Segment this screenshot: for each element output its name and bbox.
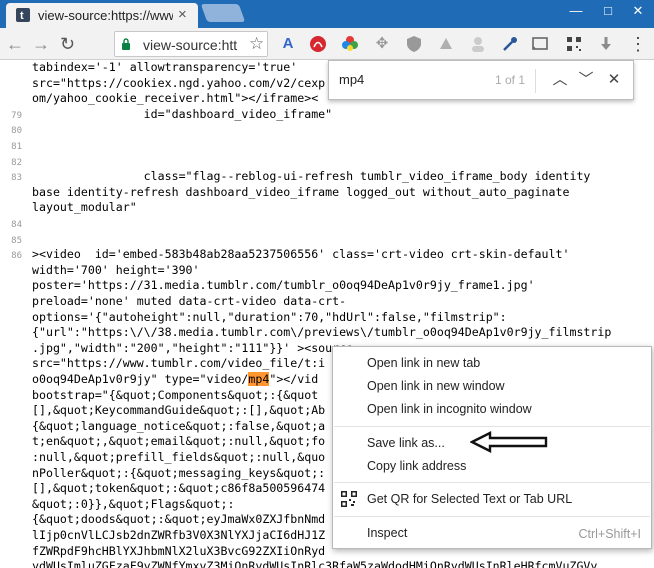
find-bar: mp4 1 of 1 ︿ ﹀ ✕ xyxy=(328,60,634,100)
find-close-icon[interactable]: ✕ xyxy=(603,69,625,91)
line-number: 81 xyxy=(11,142,22,152)
menu-dots-icon[interactable]: ⋮ xyxy=(628,34,648,54)
line-number: 82 xyxy=(11,157,22,168)
line-number: 80 xyxy=(11,126,22,137)
forward-button[interactable]: → xyxy=(32,34,50,54)
source-line: o0oq94DeAp1v0r9jy" type="video/mp4"></vi… xyxy=(32,372,319,386)
source-line: .jpg","width":"200","height":"111"}}' ><… xyxy=(32,340,354,355)
font-a-icon[interactable]: A xyxy=(278,34,298,54)
line-number: 86 xyxy=(11,251,22,262)
source-line: preload='none' muted data-crt-video data… xyxy=(32,294,347,308)
source-line: om/yahoo_cookie_receiver.html"></iframe>… xyxy=(32,91,319,106)
download-icon[interactable] xyxy=(596,34,616,54)
source-line: &quot;:0}},&quot;Flags&quot;: xyxy=(32,496,235,511)
find-input[interactable]: mp4 xyxy=(339,72,364,87)
source-line: {&quot;language_notice&quot;:false,&quot… xyxy=(32,418,326,433)
tab-strip: t view-source:https://www × — □ ✕ xyxy=(0,0,654,28)
browser-tab[interactable]: t view-source:https://www × xyxy=(6,3,198,28)
source-line: layout_modular" xyxy=(32,200,137,215)
annotation-arrow-icon xyxy=(470,431,548,453)
acrobat-icon[interactable] xyxy=(308,34,328,54)
source-line: [],&quot;KeycommandGuide&quot;:[],&quot;… xyxy=(32,403,326,418)
find-match-highlight: mp4 xyxy=(248,372,270,386)
colorwheel-icon[interactable] xyxy=(340,34,360,54)
minimize-icon[interactable]: — xyxy=(560,0,592,24)
menu-separator xyxy=(334,426,650,427)
source-line: bootstrap="{&quot;Components&quot;:{&quo… xyxy=(32,387,319,402)
source-line: ><video id='embed-583b48ab28aa5237506556… xyxy=(32,247,570,262)
inspect-shortcut: Ctrl+Shift+I xyxy=(578,527,641,541)
tab-title: view-source:https://www xyxy=(38,8,173,23)
menu-get-qr[interactable]: Get QR for Selected Text or Tab URL xyxy=(367,492,572,506)
source-line: tabindex='-1' allowtransparency='true' xyxy=(32,60,298,74)
browser-toolbar: ← → ↻ view-source:htt ☆ A ✥ ⋮ xyxy=(0,28,654,60)
tumblr-favicon-icon: t xyxy=(16,8,30,22)
menu-separator xyxy=(334,482,650,483)
source-line: fZWRpdF9hcHBlYXJhbmNlX2luX3BvcG92ZXIiOnR… xyxy=(32,543,326,558)
line-number: 85 xyxy=(11,235,22,246)
source-line: src="https://cookiex.ngd.yahoo.com/v2/ce… xyxy=(32,75,326,90)
find-previous-icon[interactable]: ︿ xyxy=(549,69,571,91)
source-line: lIjp0cnVlLCJsb2dnZWRfb3V0X3NlYXJjaCI6dHJ… xyxy=(32,528,326,542)
back-button[interactable]: ← xyxy=(6,34,24,54)
source-line: id="dashboard_video_iframe" xyxy=(32,106,333,121)
tab-close-icon[interactable]: × xyxy=(178,7,187,23)
source-line: nPoller&quot;:{&quot;messaging_keys&quot… xyxy=(32,465,326,480)
menu-save-link-as[interactable]: Save link as... xyxy=(367,436,445,450)
source-line: options='{"autoheight":null,"duration":7… xyxy=(32,309,507,324)
source-line: ydWUsImluZGFzaF9yZWNfYmxvZ3MiOnRydWUsInR… xyxy=(32,559,598,568)
svg-text:t: t xyxy=(20,10,24,22)
cast-icon[interactable] xyxy=(530,34,550,54)
cloud-icon[interactable] xyxy=(436,34,456,54)
eyedropper-icon[interactable] xyxy=(500,34,520,54)
source-line: :null,&quot;prefill_fields&quot;:null,&q… xyxy=(32,450,326,464)
menu-open-new-window[interactable]: Open link in new window xyxy=(367,379,505,393)
url-text: view-source:htt xyxy=(143,37,238,53)
window-close-icon[interactable]: ✕ xyxy=(622,0,654,24)
reload-button[interactable]: ↻ xyxy=(60,34,75,54)
source-line: src="https://www.tumblr.com/video_file/t… xyxy=(32,356,326,371)
find-divider xyxy=(535,69,536,93)
source-line: [],&quot;token&quot;:&quot;c86f8a5005964… xyxy=(32,481,326,496)
source-line: base identity-refresh dashboard_video_if… xyxy=(32,184,570,199)
menu-separator xyxy=(334,516,650,517)
menu-copy-link-address[interactable]: Copy link address xyxy=(367,459,466,473)
source-line: width='700' height='390' xyxy=(32,262,200,277)
menu-open-new-tab[interactable]: Open link in new tab xyxy=(367,356,480,370)
menu-inspect[interactable]: Inspect xyxy=(367,526,407,540)
lock-icon xyxy=(122,38,130,50)
source-line: poster='https://31.media.tumblr.com/tumb… xyxy=(32,278,535,293)
address-bar[interactable]: view-source:htt ☆ xyxy=(114,31,268,57)
source-line: class="flag--reblog-ui-refresh tumblr_vi… xyxy=(32,169,591,184)
shield-icon[interactable] xyxy=(404,34,424,54)
menu-open-incognito[interactable]: Open link in incognito window xyxy=(367,402,532,416)
bookmark-star-icon[interactable]: ☆ xyxy=(249,34,264,54)
source-line: t;en&quot;,&quot;email&quot;:null,&quot;… xyxy=(32,434,326,449)
user-icon[interactable] xyxy=(468,34,488,54)
maximize-icon[interactable]: □ xyxy=(592,0,624,24)
line-number: 84 xyxy=(11,220,22,230)
line-number: 83 xyxy=(11,173,22,184)
find-next-icon[interactable]: ﹀ xyxy=(575,69,597,91)
source-line: {&quot;doods&quot;:&quot;eyJmaWx0ZXJfbnN… xyxy=(32,512,326,527)
qr-code-icon xyxy=(341,491,357,507)
line-number: 79 xyxy=(11,110,22,121)
find-match-count: 1 of 1 xyxy=(495,73,526,87)
new-tab-button[interactable] xyxy=(200,4,246,22)
source-line: {"url":"https:\/\/38.media.tumblr.com\/p… xyxy=(32,325,612,340)
dropbox-icon[interactable]: ✥ xyxy=(372,34,392,54)
qr-icon[interactable] xyxy=(564,34,584,54)
